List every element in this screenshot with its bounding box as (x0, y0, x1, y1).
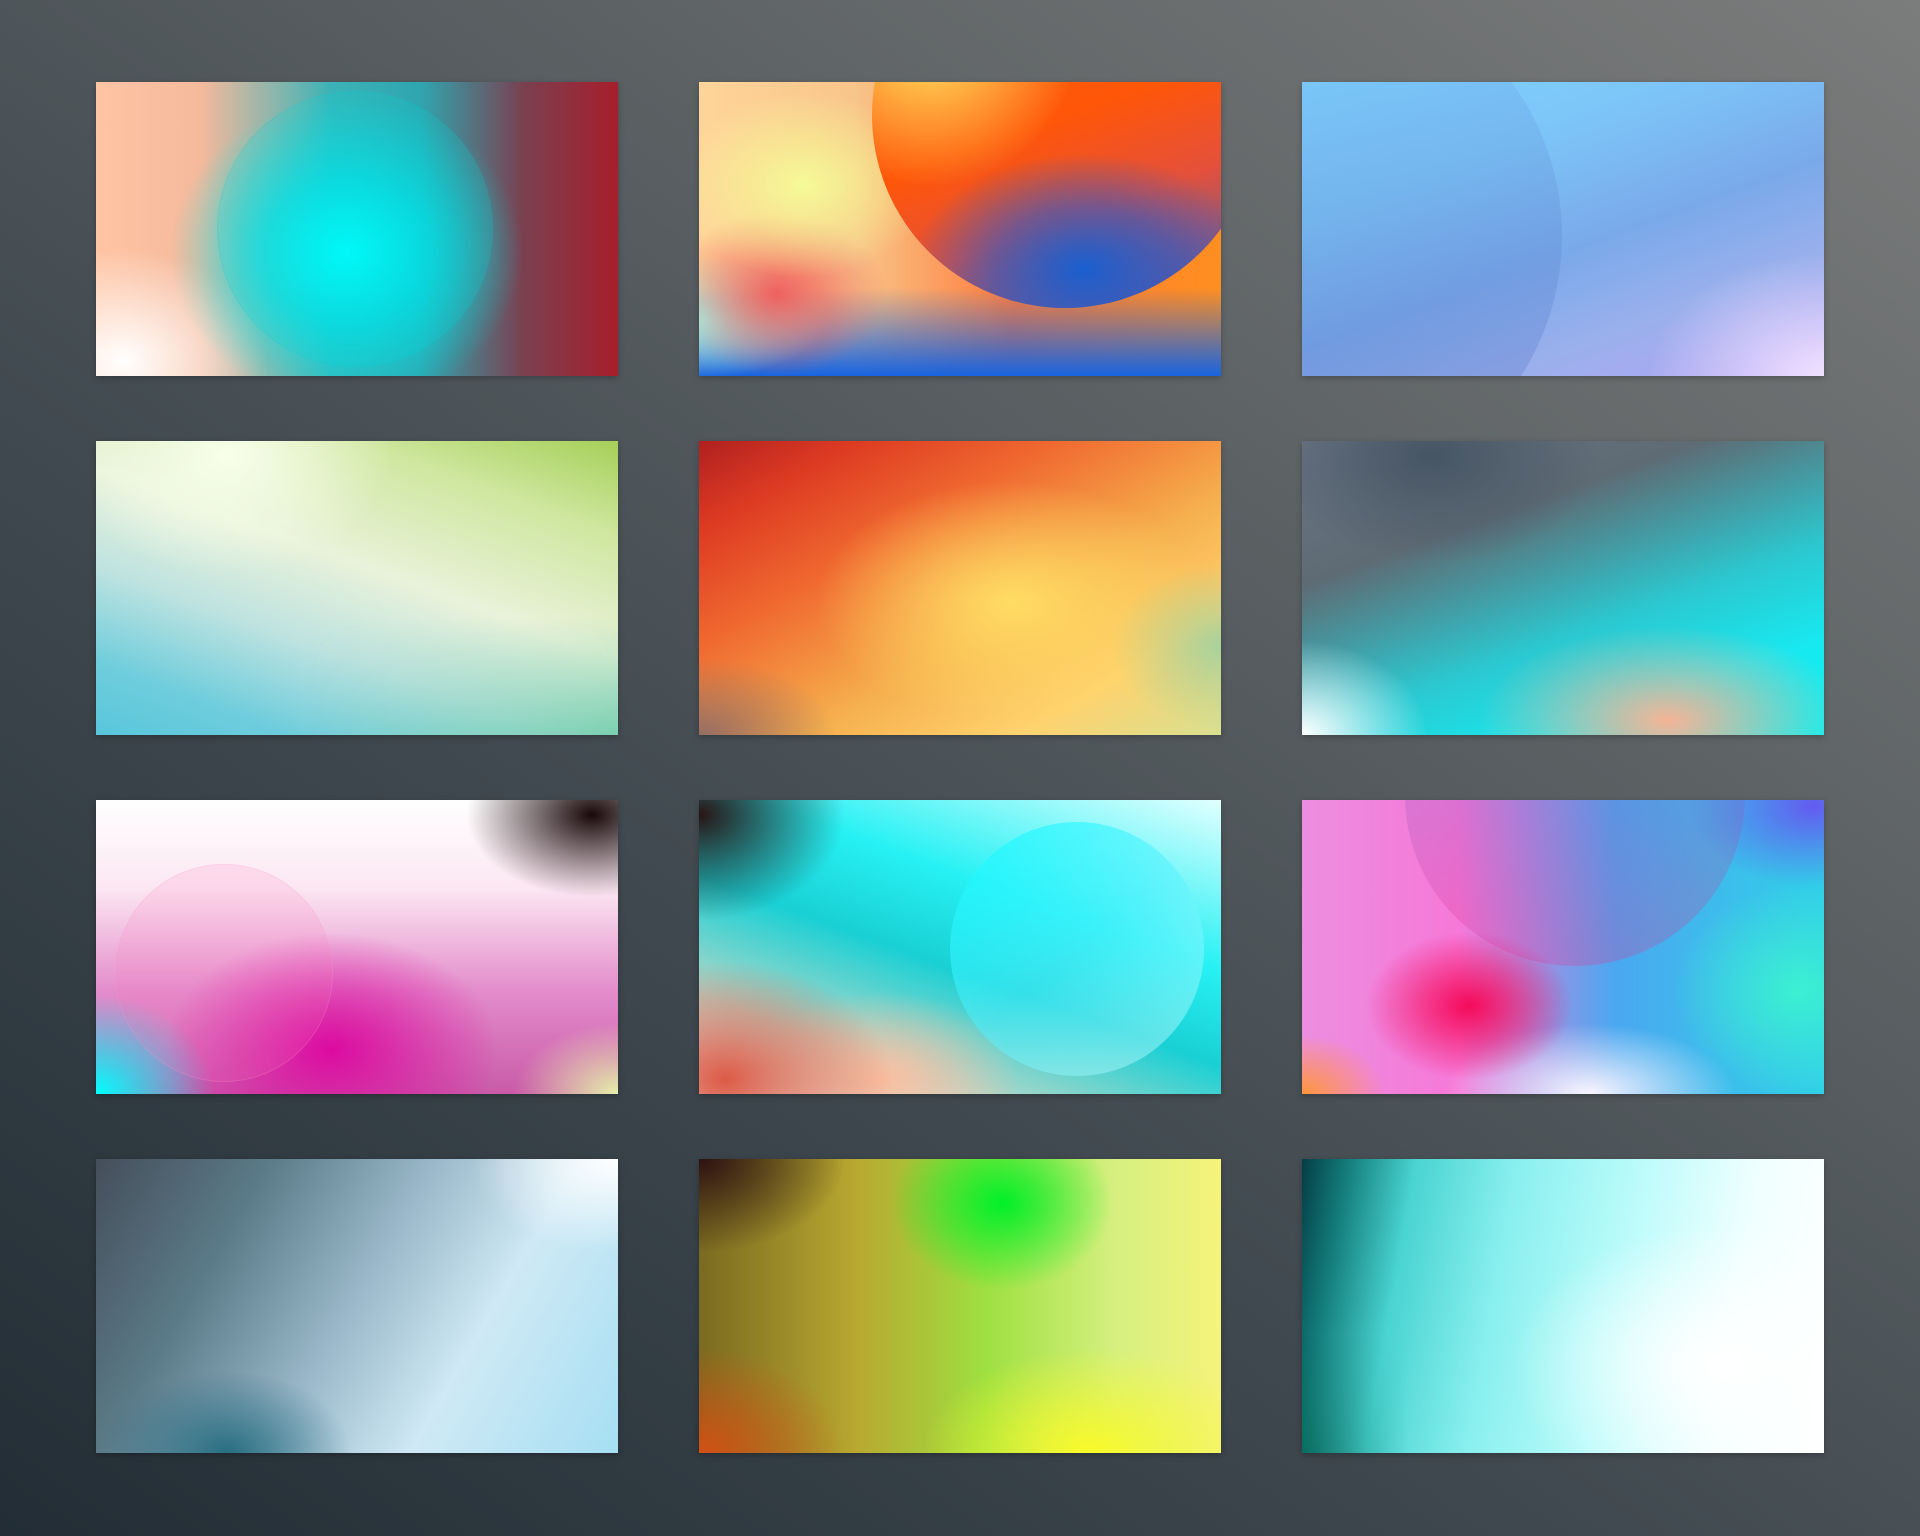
gradient-tile-10[interactable] (96, 1159, 618, 1453)
gradient-tile-2[interactable] (699, 82, 1221, 376)
gradient-tile-1[interactable] (96, 82, 618, 376)
circle-shape (872, 82, 1221, 308)
gradient-tile-5[interactable] (699, 441, 1221, 735)
circle-shape (950, 822, 1204, 1076)
circle-shape (1405, 800, 1745, 966)
circle-shape (115, 864, 333, 1082)
gradient-tile-3[interactable] (1302, 82, 1824, 376)
circle-shape (217, 91, 493, 367)
gradient-tile-11[interactable] (699, 1159, 1221, 1453)
gradient-tile-8[interactable] (699, 800, 1221, 1094)
gradient-tile-4[interactable] (96, 441, 618, 735)
gradient-tile-9[interactable] (1302, 800, 1824, 1094)
circle-shape (1302, 82, 1562, 376)
gradient-tile-7[interactable] (96, 800, 618, 1094)
gradient-tile-6[interactable] (1302, 441, 1824, 735)
gradient-tile-12[interactable] (1302, 1159, 1824, 1453)
gradient-gallery (0, 0, 1920, 1536)
